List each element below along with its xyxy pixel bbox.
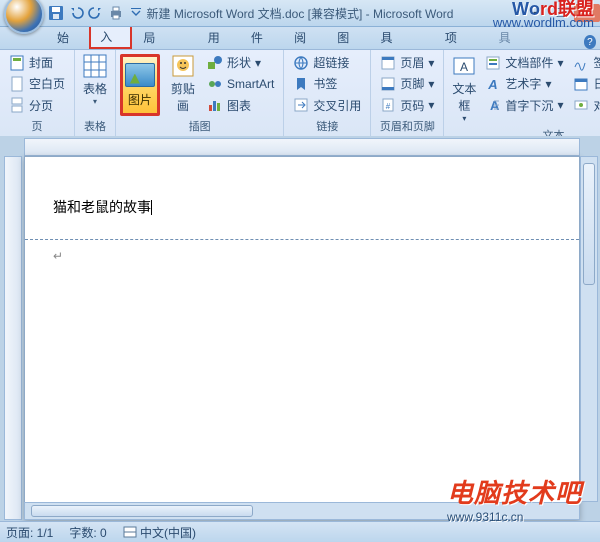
textbox-button[interactable]: A 文本框▾ <box>448 52 480 125</box>
status-language[interactable]: 中文(中国) <box>123 524 196 541</box>
crossref-button[interactable]: 交叉引用 <box>291 96 363 115</box>
quickparts-button[interactable]: 文档部件 ▾ <box>483 53 565 72</box>
header-boundary <box>25 239 579 240</box>
svg-text:A: A <box>488 77 498 92</box>
cover-page-button[interactable]: 封面 <box>7 53 67 72</box>
status-words[interactable]: 字数: 0 <box>69 524 106 541</box>
help-icon[interactable]: ? <box>584 35 596 49</box>
table-button[interactable]: 表格▾ <box>79 52 111 108</box>
scroll-thumb-v[interactable] <box>583 163 595 285</box>
text-cursor <box>151 200 152 215</box>
group-illustrations: 图片 剪贴画 形状 ▾ SmartArt 图表 插图 <box>116 50 284 136</box>
undo-icon[interactable] <box>68 5 84 21</box>
group-tables: 表格▾ 表格 <box>75 50 116 136</box>
paragraph-mark: ↵ <box>53 249 63 263</box>
quick-access-toolbar <box>48 5 144 21</box>
group-label-tables: 表格 <box>79 116 111 136</box>
status-bar: 页面: 1/1 字数: 0 中文(中国) <box>0 521 600 542</box>
object-button[interactable]: 对象 ▾ <box>571 96 600 115</box>
hyperlink-button[interactable]: 超链接 <box>291 53 363 72</box>
picture-icon <box>125 63 155 87</box>
group-header-footer: 页眉 ▾ 页脚 ▾ #页码 ▾ 页眉和页脚 <box>371 50 444 136</box>
redo-icon[interactable] <box>88 5 104 21</box>
svg-text:A: A <box>460 60 468 74</box>
dropcap-button[interactable]: A首字下沉 ▾ <box>483 96 565 115</box>
pagenumber-button[interactable]: #页码 ▾ <box>378 96 436 115</box>
group-label-hf: 页眉和页脚 <box>375 116 439 136</box>
page-break-button[interactable]: 分页 <box>7 96 67 115</box>
signature-button[interactable]: 签名行 ▾ <box>571 53 600 72</box>
wordart-button[interactable]: A艺术字 ▾ <box>483 74 565 93</box>
header-text[interactable]: 猫和老鼠的故事 <box>53 201 151 216</box>
chart-button[interactable]: 图表 <box>205 96 276 115</box>
group-label-links: 链接 <box>288 116 366 136</box>
group-label-pages: 页 <box>4 116 70 136</box>
watermark-logo: Word联盟 www.wordlm.com <box>493 2 594 30</box>
ribbon-tabs: 开始 插入 页面布局 引用 邮件 审阅 视图 开发工具 加载项 页眉和页脚工具 … <box>0 27 600 50</box>
document-area: 猫和老鼠的故事 ↵ <box>0 136 600 522</box>
watermark-brand: 电脑技术吧 www.9311c.cn <box>447 473 582 524</box>
header-button[interactable]: 页眉 ▾ <box>378 53 436 72</box>
scroll-thumb-h[interactable] <box>31 505 253 517</box>
shapes-button[interactable]: 形状 ▾ <box>205 53 276 72</box>
datetime-button[interactable]: 日期和时间 <box>571 74 600 93</box>
vertical-scrollbar[interactable] <box>580 156 598 502</box>
vertical-ruler[interactable] <box>4 156 22 520</box>
clipart-button[interactable]: 剪贴画 <box>164 52 202 116</box>
status-page[interactable]: 页面: 1/1 <box>6 524 53 541</box>
group-text: A 文本框▾ 文档部件 ▾ A艺术字 ▾ A首字下沉 ▾ 签名行 ▾ 日期和时间… <box>444 50 600 136</box>
bookmark-button[interactable]: 书签 <box>291 74 363 93</box>
footer-button[interactable]: 页脚 ▾ <box>378 74 436 93</box>
group-pages: 封面 空白页 分页 页 <box>0 50 75 136</box>
blank-page-button[interactable]: 空白页 <box>7 74 67 93</box>
qat-more-icon[interactable] <box>128 5 144 21</box>
smartart-button[interactable]: SmartArt <box>205 75 276 93</box>
svg-text:#: # <box>386 102 391 111</box>
group-label-illustrations: 插图 <box>120 116 279 136</box>
save-icon[interactable] <box>48 5 64 21</box>
picture-button[interactable]: 图片 <box>120 54 160 116</box>
document-page[interactable]: 猫和老鼠的故事 ↵ <box>24 156 580 520</box>
horizontal-ruler[interactable] <box>24 138 580 156</box>
ribbon: 封面 空白页 分页 页 表格▾ 表格 图片 <box>0 50 600 137</box>
print-icon[interactable] <box>108 5 124 21</box>
group-links: 超链接 书签 交叉引用 链接 <box>284 50 371 136</box>
